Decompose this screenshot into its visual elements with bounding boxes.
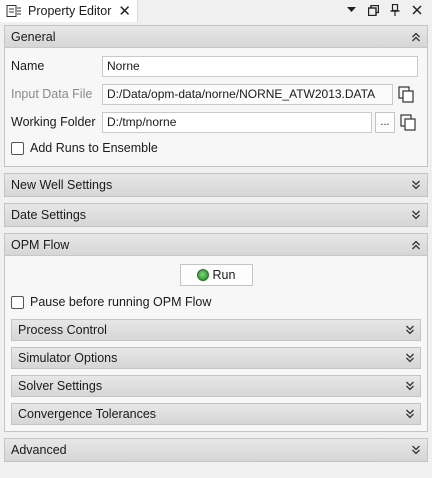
- chevron-up-icon: [412, 240, 420, 249]
- pause-checkbox[interactable]: [11, 295, 24, 309]
- general-section: General Name Norne Input Data File D:/Da…: [4, 25, 428, 167]
- run-icon: [196, 269, 209, 281]
- chevron-down-icon: [412, 445, 420, 455]
- section-title: OPM Flow: [11, 237, 70, 252]
- property-editor-tab[interactable]: Property Editor ✕: [0, 0, 138, 22]
- simulator-options-header[interactable]: Simulator Options: [11, 347, 421, 369]
- opm-flow-body: Run Pause before running OPM Flow Proces…: [5, 256, 427, 431]
- copy-icon[interactable]: [398, 112, 418, 133]
- run-label: Run: [212, 268, 236, 282]
- pause-label: Pause before running OPM Flow: [30, 295, 212, 309]
- browse-button[interactable]: ...: [375, 111, 395, 133]
- section-title: General: [11, 29, 56, 44]
- input-file-row: Input Data File D:/Data/opm-data/norne/N…: [11, 82, 421, 106]
- opm-flow-section: OPM Flow Run Pause before running OPM Fl…: [4, 233, 428, 432]
- pin-icon[interactable]: [388, 3, 402, 17]
- run-wrap: Run: [11, 264, 421, 286]
- pause-row: Pause before running OPM Flow: [11, 292, 421, 312]
- chevron-down-icon: [406, 325, 414, 335]
- add-runs-checkbox[interactable]: [11, 141, 24, 155]
- chevron-up-icon: [412, 32, 420, 41]
- tab-title: Property Editor: [28, 4, 112, 18]
- property-editor-icon: [6, 5, 21, 17]
- window-close-icon[interactable]: [410, 3, 424, 17]
- input-file-field[interactable]: D:/Data/opm-data/norne/NORNE_ATW2013.DAT…: [102, 83, 393, 105]
- chevron-down-icon: [406, 381, 414, 391]
- subsection-title: Simulator Options: [18, 351, 118, 365]
- tab-close-icon[interactable]: ✕: [118, 4, 131, 19]
- chevron-down-icon: [406, 353, 414, 363]
- add-runs-row: Add Runs to Ensemble: [11, 138, 421, 158]
- section-title: Advanced: [11, 443, 67, 457]
- dropdown-icon[interactable]: [344, 3, 358, 17]
- restore-icon[interactable]: [366, 3, 380, 17]
- new-well-section: New Well Settings: [4, 173, 428, 197]
- chevron-down-icon: [406, 409, 414, 419]
- add-runs-label: Add Runs to Ensemble: [30, 141, 158, 155]
- advanced-section: Advanced: [4, 438, 428, 462]
- date-header[interactable]: Date Settings: [5, 204, 427, 226]
- input-file-label: Input Data File: [11, 87, 93, 101]
- section-title: New Well Settings: [11, 178, 113, 192]
- advanced-header[interactable]: Advanced: [5, 439, 427, 461]
- opm-flow-header[interactable]: OPM Flow: [5, 234, 427, 256]
- property-content: General Name Norne Input Data File D:/Da…: [4, 25, 428, 468]
- general-body: Name Norne Input Data File D:/Data/opm-d…: [5, 48, 427, 166]
- working-folder-row: Working Folder D:/tmp/norne ...: [11, 110, 421, 134]
- new-well-header[interactable]: New Well Settings: [5, 174, 427, 196]
- working-folder-label: Working Folder: [11, 115, 96, 129]
- window-controls: [344, 3, 424, 17]
- working-folder-field[interactable]: D:/tmp/norne: [102, 111, 372, 133]
- copy-icon[interactable]: [396, 84, 416, 105]
- general-header[interactable]: General: [5, 26, 427, 48]
- name-field[interactable]: Norne: [102, 55, 418, 77]
- convergence-tolerances-header[interactable]: Convergence Tolerances: [11, 403, 421, 425]
- subsection-title: Solver Settings: [18, 379, 103, 393]
- process-control-header[interactable]: Process Control: [11, 319, 421, 341]
- name-label: Name: [11, 59, 45, 73]
- chevron-down-icon: [412, 210, 420, 220]
- section-title: Date Settings: [11, 208, 87, 222]
- name-row: Name Norne: [11, 54, 421, 78]
- date-section: Date Settings: [4, 203, 428, 227]
- subsection-title: Convergence Tolerances: [18, 407, 157, 421]
- title-bar: Property Editor ✕: [0, 0, 432, 22]
- solver-settings-header[interactable]: Solver Settings: [11, 375, 421, 397]
- chevron-down-icon: [412, 180, 420, 190]
- run-button[interactable]: Run: [179, 264, 253, 286]
- subsection-title: Process Control: [18, 323, 107, 337]
